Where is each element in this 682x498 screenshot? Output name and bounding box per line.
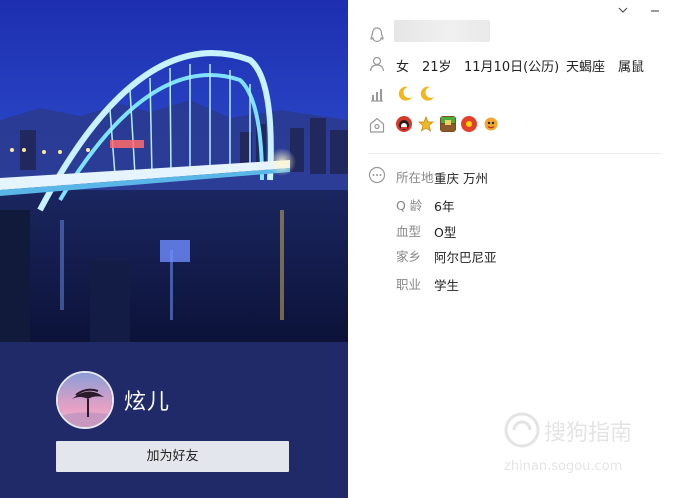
qq-vip-icon[interactable] (396, 116, 412, 132)
moon-icon (418, 85, 436, 107)
home-icon (368, 116, 386, 134)
sogou-watermark: 搜狗指南 zhinan.sogou.com (500, 408, 660, 478)
qq-icon (368, 26, 386, 44)
watermark-url: zhinan.sogou.com (504, 459, 622, 474)
game-icon[interactable] (440, 116, 456, 132)
hometown-value: 阿尔巴尼亚 (434, 250, 497, 265)
q-age-label: Q 龄 (396, 198, 423, 213)
divider (368, 153, 662, 154)
moon-icon (396, 85, 414, 107)
cover-photo (0, 0, 348, 342)
location-label: 所在地 (396, 170, 434, 185)
blood-type-value: O型 (434, 225, 457, 240)
profile-details-right: 女 21岁 11月10日(公历) 天蝎座 属鼠 所在地 重庆 万州 Q 龄 6年… (348, 0, 682, 498)
job-label: 职业 (396, 277, 422, 292)
user-icon (368, 55, 386, 73)
music-icon[interactable] (461, 116, 477, 132)
level-row (348, 84, 682, 106)
avatar[interactable] (56, 371, 114, 429)
gender: 女 (396, 60, 410, 75)
nickname: 炫儿 (124, 390, 171, 415)
job-value: 学生 (434, 278, 460, 293)
blood-type-label: 血型 (396, 224, 422, 239)
basic-info-row: 女 21岁 11月10日(公历) 天蝎座 属鼠 (348, 53, 682, 75)
hometown-label: 家乡 (396, 249, 422, 264)
chinese-zodiac: 属鼠 (618, 60, 645, 75)
level-icon (368, 86, 386, 104)
age: 21岁 (422, 60, 452, 75)
pet-icon[interactable] (483, 116, 499, 132)
birthday: 11月10日(公历) (464, 60, 560, 75)
star-icon[interactable] (418, 116, 434, 132)
qq-number-blurred (394, 20, 490, 42)
location-value: 重庆 万州 (434, 171, 488, 186)
more-icon[interactable] (368, 166, 386, 188)
profile-info-area (0, 342, 348, 498)
watermark-brand: 搜狗指南 (544, 421, 632, 446)
q-age-value: 6年 (434, 199, 455, 214)
add-friend-button[interactable]: 加为好友 (56, 441, 289, 472)
zodiac: 天蝎座 (566, 60, 606, 75)
profile-card-left: 炫儿 加为好友 (0, 0, 348, 498)
minimize-icon[interactable] (648, 4, 662, 16)
chevron-down-icon[interactable] (616, 4, 630, 16)
